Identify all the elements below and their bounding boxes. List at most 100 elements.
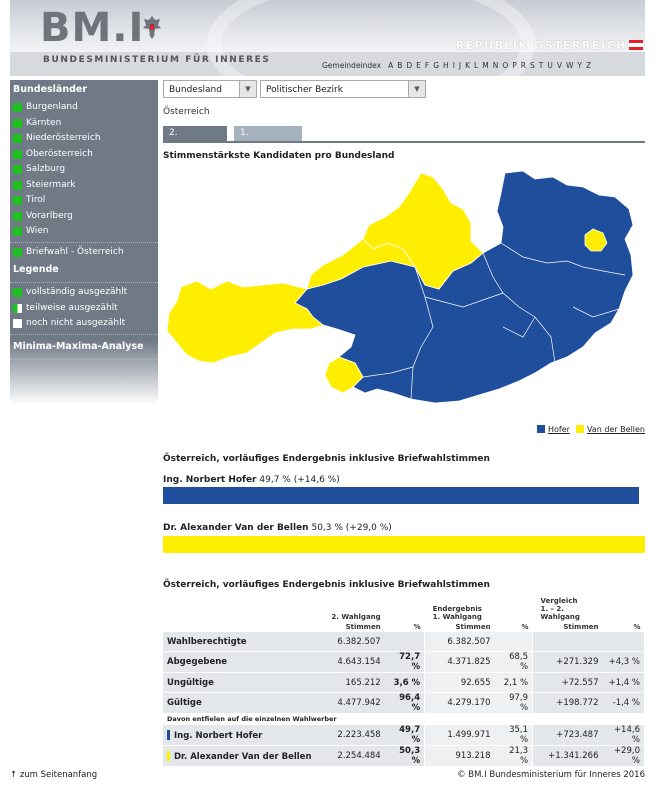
sidebar-item-label: Briefwahl - Österreich (26, 246, 124, 257)
cell-p2 (384, 632, 426, 652)
sidebar-item-steiermark[interactable]: Steiermark (10, 178, 158, 194)
cell-s2: 6.382.507 (322, 632, 385, 652)
sidebar-item-burgenland[interactable]: Burgenland (10, 100, 158, 116)
sidebar-item-label: Kärnten (26, 117, 62, 128)
row-label-text: Dr. Alexander Van der Bellen (174, 751, 312, 762)
index-letter-h[interactable]: H (443, 61, 449, 70)
republik-label[interactable]: REPUBLIK ÖSTERREICH (456, 39, 627, 52)
index-letter-t[interactable]: T (539, 61, 544, 70)
cell-dp: +29,0 % (602, 745, 646, 767)
index-letter-y[interactable]: Y (577, 61, 582, 70)
cell-s2: 165.212 (322, 672, 385, 693)
index-letter-i[interactable]: I (453, 61, 455, 70)
chevron-down-icon[interactable]: ▼ (408, 81, 425, 97)
cell-s2: 2.223.458 (322, 724, 385, 746)
sidebar-item-wien[interactable]: Wien (10, 224, 158, 240)
row-label-text: Ing. Norbert Hofer (174, 730, 263, 741)
sidebar-item-briefwahl[interactable]: Briefwahl - Österreich (10, 245, 158, 261)
sidebar-item-krnten[interactable]: Kärnten (10, 116, 158, 132)
cell-dp: +1,4 % (602, 672, 646, 693)
ministry-name: BUNDESMINISTERIUM FÜR INNERES (43, 55, 271, 65)
index-letter-g[interactable]: G (433, 61, 439, 70)
col-header: Endergebnis 1. Wahlgang (425, 596, 495, 622)
eagle-icon (143, 16, 161, 39)
row-label: Wahlberechtigte (163, 632, 323, 652)
index-letter-b[interactable]: B (397, 61, 402, 70)
col-header: 2. Wahlgang (331, 613, 381, 621)
index-letter-n[interactable]: N (493, 61, 499, 70)
legend-label: Van der Bellen (586, 425, 645, 434)
index-letter-v[interactable]: V (557, 61, 562, 70)
chevron-down-icon[interactable]: ▼ (239, 81, 256, 97)
legend-hofer[interactable]: Hofer (537, 425, 570, 434)
bezirk-select[interactable]: Politischer Bezirk ▼ (260, 80, 426, 98)
index-letter-d[interactable]: D (406, 61, 412, 70)
gemeindeindex-link[interactable]: Gemeindeindex (322, 61, 381, 70)
legend-complete: vollständig ausgezählt (10, 285, 158, 301)
index-letter-l[interactable]: L (474, 61, 478, 70)
sidebar-item-label: Niederösterreich (26, 133, 101, 143)
legend-label: Hofer (548, 425, 570, 434)
sidebar-item-vorarlberg[interactable]: Vorarlberg (10, 209, 158, 225)
breadcrumb: Österreich (163, 107, 210, 117)
legend-vdb[interactable]: Van der Bellen (575, 425, 645, 434)
status-complete-icon (13, 288, 22, 298)
map-region-vdb[interactable] (166, 280, 324, 364)
cell-s1: 92.655 (424, 672, 495, 693)
index-letter-j[interactable]: J (459, 61, 461, 70)
table-row: Wahlberechtigte 6.382.507 6.382.507 (163, 632, 646, 652)
cell-p1: 2,1 % (494, 672, 534, 693)
index-letter-o[interactable]: O (502, 61, 508, 70)
divider (10, 358, 158, 360)
index-letter-s[interactable]: S (530, 61, 535, 70)
cell-p1 (494, 632, 534, 652)
sidebar-item-salzburg[interactable]: Salzburg (10, 162, 158, 178)
status-complete-icon (13, 118, 22, 128)
candidate-change: (+29,0 %) (345, 523, 392, 533)
status-complete-icon (13, 149, 22, 159)
cell-dp: +14,6 % (602, 724, 646, 746)
legend-label: teilweise ausgezählt (26, 302, 118, 313)
sidebar-item-minima-maxima[interactable]: Minima-Maxima-Analyse (10, 337, 158, 357)
top-link[interactable]: ↑ zum Seitenanfang (10, 770, 97, 780)
cell-p1: 68,5 % (494, 651, 534, 673)
bundesland-select[interactable]: Bundesland ▼ (163, 80, 257, 98)
cell-s2: 4.477.942 (322, 692, 385, 714)
index-letter-e[interactable]: E (416, 61, 421, 70)
col-header: Stimmen (563, 623, 599, 631)
select-value: Bundesland (169, 85, 222, 95)
index-letter-a[interactable]: A (388, 61, 393, 70)
sidebar-item-niedersterreich[interactable]: Niederösterreich (10, 131, 158, 147)
legend-partial: teilweise ausgezählt (10, 301, 158, 317)
index-letter-p[interactable]: P (512, 61, 517, 70)
sidebar-item-tirol[interactable]: Tirol (10, 193, 158, 209)
cell-ds: +271.329 (532, 651, 603, 673)
col-header-line: Endergebnis (432, 605, 482, 613)
cell-dp: -1,4 % (602, 692, 646, 714)
cell-ds: +1.341.266 (532, 745, 603, 767)
index-letter-r[interactable]: R (521, 61, 526, 70)
bmi-logo[interactable]: BM.I (40, 8, 144, 48)
sidebar-item-label: Salzburg (26, 164, 66, 174)
table-subheader-row: Stimmen % Stimmen % Stimmen % (163, 622, 645, 632)
index-letter-m[interactable]: M (482, 61, 488, 70)
index-letter-w[interactable]: W (566, 61, 573, 70)
tab-underline (163, 141, 645, 143)
legend-swatch (537, 425, 546, 433)
status-none-icon (13, 319, 22, 329)
tab-1-wahlgang[interactable]: 1. Wahlgang (234, 126, 302, 153)
index-letter-z[interactable]: Z (586, 61, 591, 70)
sidebar-item-obersterreich[interactable]: Oberösterreich (10, 147, 158, 163)
cell-s2: 4.643.154 (322, 651, 385, 673)
index-letter-u[interactable]: U (547, 61, 553, 70)
status-complete-icon (13, 165, 22, 175)
tab-2-wahlgang[interactable]: 2. Wahlgang (163, 126, 227, 153)
status-complete-icon (13, 103, 22, 113)
index-letter-f[interactable]: F (425, 61, 429, 70)
cell-ds: +723.487 (532, 724, 603, 746)
table-row: Dr. Alexander Van der Bellen 2.254.484 50,… (163, 745, 646, 767)
row-label-text: Gültige (167, 698, 202, 708)
index-letter-k[interactable]: K (465, 61, 470, 70)
row-label-text: Abgegebene (167, 657, 228, 667)
cell-p2: 49,7 % (384, 724, 426, 746)
